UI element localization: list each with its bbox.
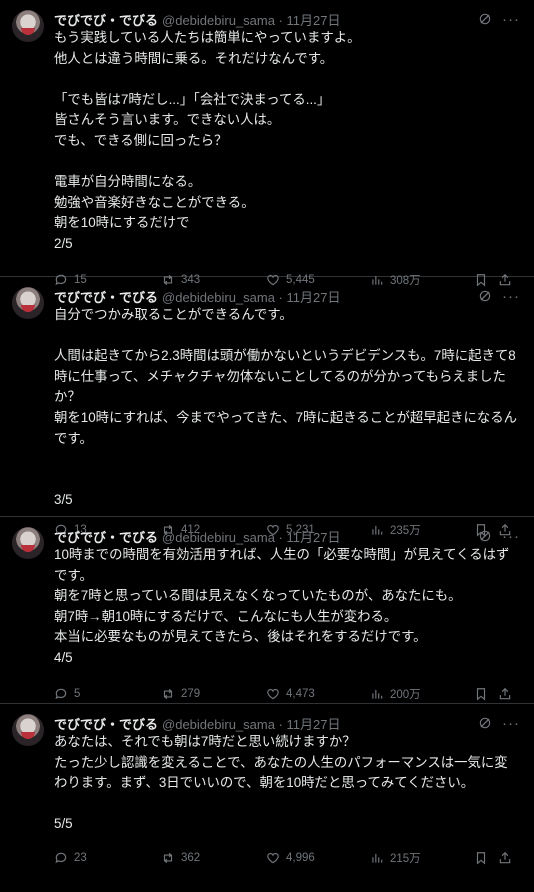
tweet[interactable]: でびでび・でびる @debidebiru_sama · 11月27日 ··· 1… (0, 517, 534, 704)
avatar[interactable] (12, 287, 44, 319)
views-button[interactable]: 215万 (370, 850, 474, 866)
repost-icon (163, 688, 173, 699)
reply-button[interactable]: 5 (54, 687, 161, 701)
author-name[interactable]: でびでび・でびる (54, 10, 158, 29)
views-icon (372, 853, 383, 863)
tweet-header: でびでび・でびる @debidebiru_sama · 11月27日 ··· (54, 287, 520, 305)
bookmark-button[interactable] (474, 851, 498, 865)
like-button[interactable]: 4,996 (266, 851, 370, 865)
author-handle-and-date[interactable]: @debidebiru_sama · 11月27日 (162, 714, 340, 733)
heart-icon (267, 852, 279, 864)
repost-count: 279 (181, 687, 201, 700)
share-icon (499, 851, 511, 864)
tweet[interactable]: でびでび・でびる @debidebiru_sama · 11月27日 ··· 自… (0, 277, 534, 537)
bookmark-button[interactable] (474, 687, 498, 701)
tweet-text: 自分でつかみ取ることができるんです。 人間は起きてから2.3時間は頭が働かないと… (54, 307, 518, 508)
views-button[interactable]: 200万 (370, 686, 474, 702)
author-name[interactable]: でびでび・でびる (54, 287, 158, 306)
tweet-header: でびでび・でびる @debidebiru_sama · 11月27日 ··· (54, 527, 520, 545)
author-name[interactable]: でびでび・でびる (54, 714, 158, 733)
tweet-actions: 5 279 4,473 200万 (54, 683, 520, 705)
tweet-header: でびでび・でびる @debidebiru_sama · 11月27日 ··· (54, 714, 520, 732)
view-count: 200万 (390, 688, 421, 701)
views-icon (372, 689, 383, 699)
tweet[interactable]: でびでび・でびる @debidebiru_sama · 11月27日 ··· あ… (0, 704, 534, 892)
tweet-text: もう実践している人たちは簡単にやっていますよ。 他人とは違う時間に乗る。それだけ… (54, 30, 361, 251)
repost-button[interactable]: 362 (161, 851, 266, 865)
repost-count: 362 (181, 851, 201, 864)
author-handle-and-date[interactable]: @debidebiru_sama · 11月27日 (162, 287, 340, 306)
grok-icon[interactable] (478, 716, 492, 730)
reply-count: 5 (74, 687, 81, 700)
like-count: 4,996 (286, 851, 315, 864)
timeline-feed: でびでび・でびる @debidebiru_sama · 11月27日 ··· も… (0, 0, 534, 892)
more-dots-icon[interactable]: ··· (502, 716, 520, 731)
reply-button[interactable]: 23 (54, 851, 161, 865)
tweet-text: あなたは、それでも朝は7時だと思い続けますか？ たった少し認識を変えることで、あ… (54, 734, 508, 832)
view-count: 215万 (390, 852, 421, 865)
avatar[interactable] (12, 10, 44, 42)
grok-icon[interactable] (478, 289, 492, 303)
author-name[interactable]: でびでび・でびる (54, 527, 158, 546)
tweet-actions: 23 362 4,996 215万 (54, 847, 520, 869)
share-button[interactable] (498, 851, 518, 865)
avatar[interactable] (12, 714, 44, 746)
repost-button[interactable]: 279 (161, 687, 266, 701)
tweet-header: でびでび・でびる @debidebiru_sama · 11月27日 ··· (54, 10, 520, 28)
grok-icon[interactable] (478, 12, 492, 26)
more-dots-icon[interactable]: ··· (502, 289, 520, 304)
like-count: 4,473 (286, 687, 315, 700)
share-icon (499, 687, 511, 699)
reply-count: 23 (74, 851, 87, 864)
grok-icon[interactable] (478, 529, 492, 543)
tweet-text: 10時までの時間を有効活用すれば、人生の「必要な時間」が見えてくるはずです。 朝… (54, 547, 510, 665)
more-dots-icon[interactable]: ··· (502, 12, 520, 27)
share-button[interactable] (498, 687, 518, 701)
repost-icon (163, 852, 173, 864)
like-button[interactable]: 4,473 (266, 687, 370, 701)
bookmark-icon (476, 852, 486, 865)
bookmark-icon (476, 687, 486, 701)
reply-icon (55, 688, 67, 699)
author-handle-and-date[interactable]: @debidebiru_sama · 11月27日 (162, 527, 340, 546)
tweet[interactable]: でびでび・でびる @debidebiru_sama · 11月27日 ··· も… (0, 0, 534, 287)
author-handle-and-date[interactable]: @debidebiru_sama · 11月27日 (162, 10, 340, 29)
avatar[interactable] (12, 527, 44, 559)
more-dots-icon[interactable]: ··· (502, 529, 520, 544)
reply-icon (55, 852, 67, 864)
heart-icon (267, 688, 279, 699)
